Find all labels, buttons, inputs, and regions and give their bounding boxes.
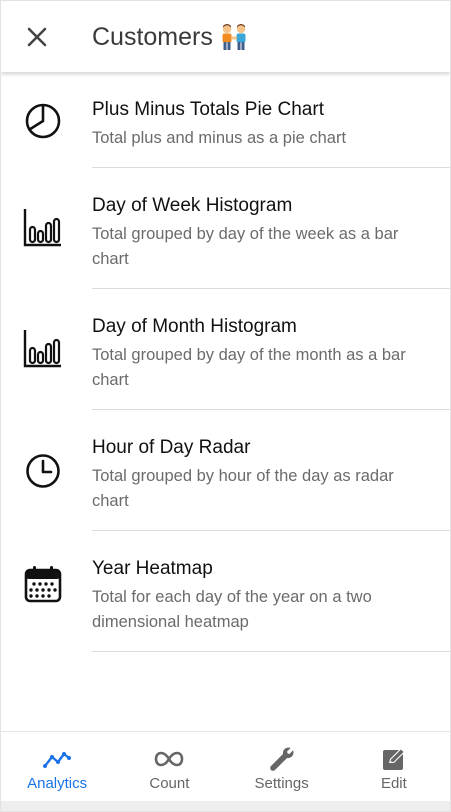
list-item-subtitle: Total for each day of the year on a two … — [92, 588, 372, 631]
bottom-navigation: Analytics Count Settings Edit — [1, 731, 450, 802]
nav-label: Settings — [254, 775, 309, 792]
wrench-icon — [267, 746, 297, 772]
bar-chart-icon — [22, 327, 64, 369]
list-item-title: Hour of Day Radar — [92, 437, 251, 458]
list-item-subtitle: Total plus and minus as a pie chart — [92, 129, 347, 147]
close-icon — [27, 27, 47, 47]
system-bar — [1, 801, 450, 811]
list-item-day-of-month[interactable]: Day of Month Histogram Total grouped by … — [1, 289, 450, 410]
list-item-title: Day of Week Histogram — [92, 195, 293, 216]
nav-count[interactable]: Count — [113, 732, 225, 802]
page-title-text: Customers — [92, 23, 213, 51]
infinity-icon — [154, 746, 184, 772]
nav-analytics[interactable]: Analytics — [1, 732, 113, 802]
nav-label: Analytics — [27, 775, 88, 792]
chart-list: Plus Minus Totals Pie Chart Total plus a… — [1, 72, 450, 652]
list-item-title: Plus Minus Totals Pie Chart — [92, 99, 324, 120]
page-title: Customers — [92, 21, 249, 53]
nav-settings[interactable]: Settings — [226, 732, 338, 802]
nav-label: Count — [149, 775, 190, 792]
pie-chart-icon — [22, 100, 64, 142]
app-window: Customers Plus Minus Totals Pie Chart To… — [0, 0, 451, 812]
clock-icon — [22, 450, 64, 492]
list-item-year-heatmap[interactable]: Year Heatmap Total for each day of the y… — [1, 531, 450, 652]
list-item-hour-radar[interactable]: Hour of Day Radar Total grouped by hour … — [1, 410, 450, 531]
nav-edit[interactable]: Edit — [338, 732, 450, 802]
list-item-title: Day of Month Histogram — [92, 316, 297, 337]
list-item-pie-chart[interactable]: Plus Minus Totals Pie Chart Total plus a… — [1, 72, 450, 168]
list-item-subtitle: Total grouped by hour of the day as rada… — [92, 467, 394, 510]
list-item-day-of-week[interactable]: Day of Week Histogram Total grouped by d… — [1, 168, 450, 289]
list-item-title: Year Heatmap — [92, 558, 213, 579]
close-button[interactable] — [21, 21, 53, 53]
nav-label: Edit — [380, 775, 407, 792]
edit-icon — [379, 746, 409, 772]
list-item-subtitle: Total grouped by day of the month as a b… — [92, 346, 406, 389]
app-header: Customers — [1, 1, 450, 72]
list-item-subtitle: Total grouped by day of the week as a ba… — [92, 225, 399, 268]
calendar-icon — [22, 563, 64, 605]
bar-chart-icon — [22, 206, 64, 248]
analytics-icon — [42, 746, 72, 772]
people-holding-hands-icon — [219, 23, 249, 51]
